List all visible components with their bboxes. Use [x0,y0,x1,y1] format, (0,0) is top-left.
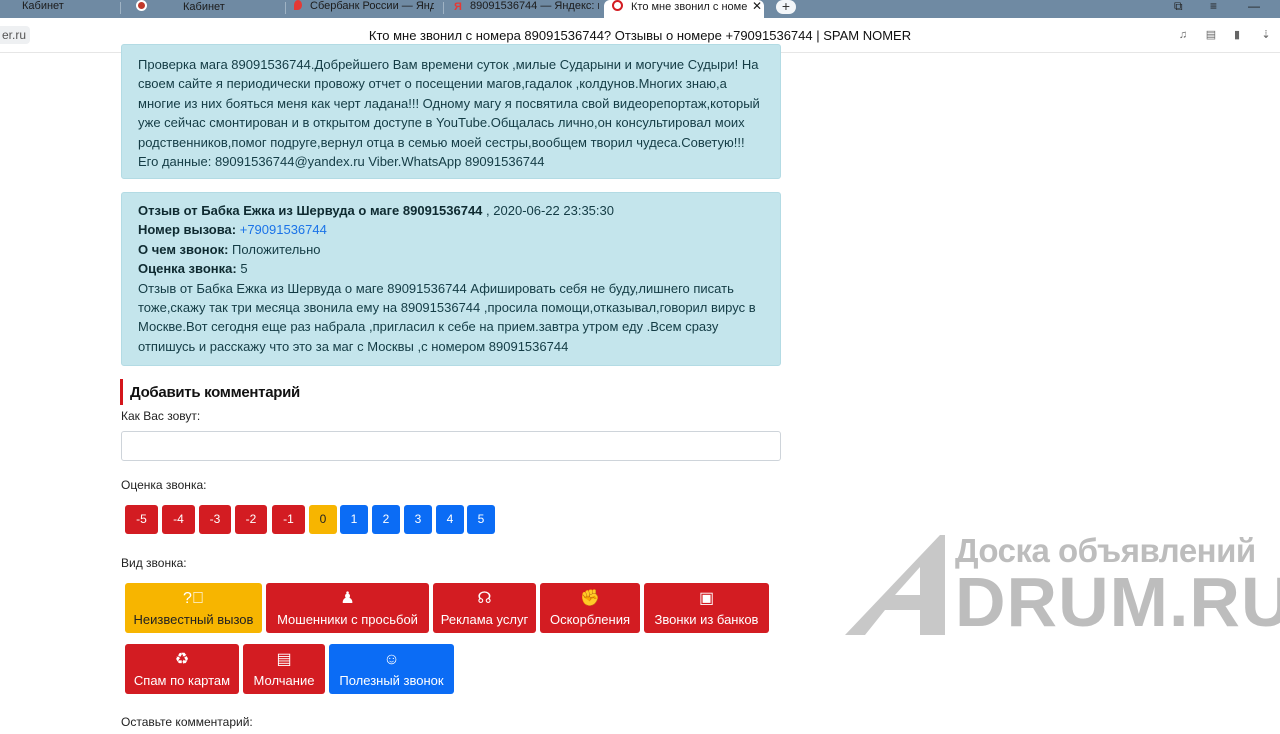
rating-button-minus-3[interactable]: -3 [199,505,231,534]
close-tab-icon[interactable]: ✕ [752,0,762,13]
flag-icon [136,0,147,11]
rating-button-2[interactable]: 2 [372,505,400,534]
review-card: Отзыв от Бабка Ежка из Шервуда о маге 89… [121,192,781,366]
tab-sberbank[interactable]: Сбербанк России — Янде [294,0,434,18]
rating-button-0[interactable]: 0 [309,505,337,534]
minimize-icon[interactable]: — [1248,0,1260,12]
type-ads-button[interactable]: ☊ Реклама услуг [433,583,536,633]
type-silence-button[interactable]: ▤ Молчание [243,644,325,694]
review-card: Проверка мага 89091536744.Добрейшего Вам… [121,44,781,179]
phone-link[interactable]: +79091536744 [240,222,327,237]
review-title: Отзыв от Бабка Ежка из Шервуда о маге 89… [138,203,483,218]
rating-button-1[interactable]: 1 [340,505,368,534]
tab-separator [120,2,121,14]
name-label: Как Вас зовут: [121,409,201,423]
review-number-row: Номер вызова: +79091536744 [138,222,327,238]
tab-strip: Кабинет Кабинет Сбербанк России — Янде Я… [0,0,1280,18]
spam-icon [612,0,623,11]
person-icon: ♟ [340,590,355,607]
page-title: Кто мне звонил с номера 89091536744? Отз… [368,28,912,43]
fight-icon: ✊ [580,590,600,607]
watermark-main-text: DRUM.RU [955,563,1280,641]
type-fraud-button[interactable]: ♟ Мошенники с просьбой [266,583,429,633]
question-circle-icon: ?⃝ [183,590,204,607]
type-card-spam-button[interactable]: ♻ Спам по картам [125,644,239,694]
rating-button-3[interactable]: 3 [404,505,432,534]
name-input[interactable] [121,431,781,461]
map-pin-icon [294,0,302,10]
rating-button-5[interactable]: 5 [467,505,495,534]
review-date: , 2020-06-22 23:35:30 [486,203,614,218]
add-comment-heading: Добавить комментарий [120,379,300,405]
review-about-row: О чем звонок: Положительно [138,241,321,257]
tab-cabinet-1[interactable]: Кабинет [22,0,102,18]
type-insult-button[interactable]: ✊ Оскорбления [540,583,640,633]
review-header: Отзыв от Бабка Ежка из Шервуда о маге 89… [138,201,764,220]
tab-separator [285,2,286,14]
type-useful-button[interactable]: ☺ Полезный звонок [329,644,454,694]
rating-label: Оценка звонка: [121,478,207,492]
review-body: Отзыв от Бабка Ежка из Шервуда о маге 89… [138,280,756,354]
headphones-icon[interactable]: ♫ [1177,29,1189,41]
comment-label: Оставьте комментарий: [121,715,253,729]
clipboard-icon: ▤ [276,651,292,668]
watermark-logo-icon [845,535,945,635]
bookmark-icon[interactable]: ▮ [1231,29,1243,41]
new-tab-button[interactable]: + [776,0,796,14]
rating-button-minus-2[interactable]: -2 [235,505,267,534]
tab-active-page[interactable]: Кто мне звонил с номе ✕ [604,0,764,18]
type-banks-button[interactable]: ▣ Звонки из банков [644,583,769,633]
rating-button-4[interactable]: 4 [436,505,464,534]
download-icon[interactable]: ⇣ [1260,29,1272,41]
call-type-label: Вид звонка: [121,556,187,570]
tab-yandex[interactable]: Я 89091536744 — Яндекс: н [454,0,599,18]
trash-person-icon: ♻ [174,651,190,668]
rating-button-minus-5[interactable]: -5 [125,505,158,534]
tab-cabinet-2[interactable]: Кабинет [136,0,276,18]
review-score-row: Оценка звонка: 5 [138,261,248,277]
yandex-icon: Я [454,1,462,13]
review-body: Проверка мага 89091536744.Добрейшего Вам… [138,57,760,170]
rating-button-minus-4[interactable]: -4 [162,505,195,534]
rating-button-minus-1[interactable]: -1 [272,505,305,534]
bank-card-icon: ▣ [698,590,715,607]
headset-icon: ☊ [477,590,492,607]
menu-icon[interactable]: ≡ [1210,0,1217,12]
bookmarks-icon[interactable]: ⧉ [1174,0,1183,12]
reader-icon[interactable]: ▤ [1205,29,1217,41]
type-unknown-button[interactable]: ?⃝ Неизвестный вызов [125,583,262,633]
tab-separator [443,2,444,14]
smile-icon: ☺ [383,651,400,668]
